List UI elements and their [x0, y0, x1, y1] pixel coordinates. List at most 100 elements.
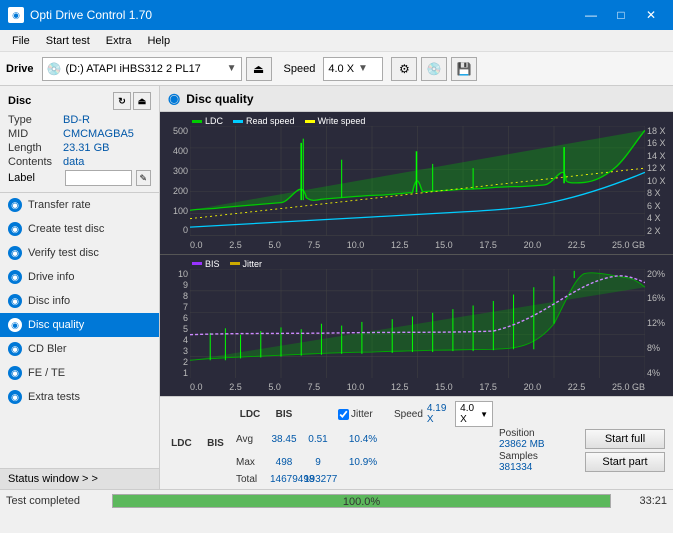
y-right-6x: 6 X [647, 201, 661, 211]
maximize-button[interactable]: □ [607, 4, 635, 26]
label-input[interactable] [65, 170, 132, 186]
length-label: Length [8, 142, 63, 154]
disc-info-panel: Disc ↻ ⏏ Type BD-R MID CMCMAGBA5 Length … [0, 86, 159, 193]
contents-value: data [63, 156, 84, 168]
x-bot-12.5: 12.5 [391, 382, 409, 392]
bottom-chart: BIS Jitter 10 9 8 7 6 5 4 3 [160, 255, 673, 397]
nav-extra-tests-label: Extra tests [28, 391, 80, 403]
total-label: Total [236, 474, 264, 485]
nav-cd-bler[interactable]: ◉ CD Bler [0, 337, 159, 361]
nav-fe-te[interactable]: ◉ FE / TE [0, 361, 159, 385]
total-bis: 193277 [304, 474, 332, 485]
x-top-17.5: 17.5 [479, 240, 497, 250]
nav-disc-info-label: Disc info [28, 295, 70, 307]
legend-read-speed: Read speed [233, 116, 295, 126]
x-bot-5: 5.0 [268, 382, 281, 392]
disc-header-label: Disc [8, 95, 31, 107]
nav-verify-test-disc[interactable]: ◉ Verify test disc [0, 241, 159, 265]
drive-value: (D:) ATAPI iHBS312 2 PL17 [65, 63, 222, 75]
length-value: 23.31 GB [63, 142, 109, 154]
bis-legend-label: BIS [205, 259, 220, 269]
speed-value: 4.0 X [328, 63, 354, 75]
top-chart-svg [190, 126, 645, 236]
status-window-button[interactable]: Status window > > [0, 468, 159, 489]
stats-bar: LDC BIS LDC BIS Jitter [160, 396, 673, 489]
disc-eject-button[interactable]: ⏏ [133, 92, 151, 110]
bis-legend-color [192, 262, 202, 265]
top-chart: LDC Read speed Write speed 500 400 30 [160, 112, 673, 255]
close-button[interactable]: ✕ [637, 4, 665, 26]
bis-header: BIS [203, 438, 228, 449]
x-bot-0: 0.0 [190, 382, 203, 392]
extra-tests-icon: ◉ [8, 390, 22, 404]
speed-select[interactable]: 4.0 X ▼ [323, 57, 383, 81]
sidebar: Disc ↻ ⏏ Type BD-R MID CMCMAGBA5 Length … [0, 86, 160, 489]
drive-info-icon: ◉ [8, 270, 22, 284]
write-speed-legend-label: Write speed [318, 116, 366, 126]
max-bis: 9 [304, 457, 332, 468]
y-right-12pct: 12% [647, 318, 665, 328]
status-time: 33:21 [617, 495, 667, 507]
speed-dropdown[interactable]: 4.0 X ▼ [455, 401, 493, 427]
nav-transfer-rate[interactable]: ◉ Transfer rate [0, 193, 159, 217]
label-icon-button[interactable]: ✎ [136, 170, 151, 186]
read-speed-legend-label: Read speed [246, 116, 295, 126]
disc-info-icon: ◉ [8, 294, 22, 308]
label-label: Label [8, 172, 61, 184]
x-bot-2.5: 2.5 [229, 382, 242, 392]
nav-create-test-disc-label: Create test disc [28, 223, 104, 235]
nav-disc-quality[interactable]: ◉ Disc quality [0, 313, 159, 337]
speed-dropdown-arrow: ▼ [480, 410, 488, 419]
y-bot-4: 4 [183, 335, 188, 345]
config-button[interactable]: ⚙ [391, 57, 417, 81]
menu-start-test[interactable]: Start test [38, 33, 98, 49]
start-full-button[interactable]: Start full [585, 429, 665, 449]
nav-verify-test-disc-label: Verify test disc [28, 247, 99, 259]
position-value: 23862 MB [499, 439, 579, 450]
mid-value: CMCMAGBA5 [63, 128, 134, 140]
menu-file[interactable]: File [4, 33, 38, 49]
minimize-button[interactable]: — [577, 4, 605, 26]
chart-title: ◉ Disc quality [160, 86, 673, 112]
nav-extra-tests[interactable]: ◉ Extra tests [0, 385, 159, 409]
x-bot-22.5: 22.5 [568, 382, 586, 392]
nav-disc-quality-label: Disc quality [28, 319, 84, 331]
nav-transfer-rate-label: Transfer rate [28, 199, 91, 211]
x-top-15: 15.0 [435, 240, 453, 250]
legend-bis: BIS [192, 259, 220, 269]
legend-write-speed: Write speed [305, 116, 366, 126]
samples-value: 381334 [499, 462, 579, 473]
y-bot-3: 3 [183, 346, 188, 356]
ldc-col-header: LDC [236, 409, 264, 420]
y-top-400: 400 [173, 146, 188, 156]
chart-area: ◉ Disc quality LDC Read speed [160, 86, 673, 489]
y-bot-9: 9 [183, 280, 188, 290]
samples-group: Samples 381334 [499, 451, 579, 473]
nav-drive-info[interactable]: ◉ Drive info [0, 265, 159, 289]
menu-help[interactable]: Help [139, 33, 178, 49]
y-right-4x: 4 X [647, 213, 661, 223]
nav-disc-info[interactable]: ◉ Disc info [0, 289, 159, 313]
ldc-header: LDC [168, 438, 195, 449]
position-label: Position [499, 428, 579, 439]
avg-jitter: 10.4% [338, 434, 388, 445]
start-part-button[interactable]: Start part [585, 452, 665, 472]
progress-bar: 100.0% [112, 494, 611, 508]
type-value: BD-R [63, 114, 90, 126]
save-button[interactable]: 💾 [451, 57, 477, 81]
nav-create-test-disc[interactable]: ◉ Create test disc [0, 217, 159, 241]
disc-refresh-button[interactable]: ↻ [113, 92, 131, 110]
drive-select[interactable]: 💿 (D:) ATAPI iHBS312 2 PL17 ▼ [42, 57, 242, 81]
y-top-0: 0 [183, 225, 188, 235]
disc-button[interactable]: 💿 [421, 57, 447, 81]
menu-extra[interactable]: Extra [98, 33, 140, 49]
legend-ldc: LDC [192, 116, 223, 126]
write-speed-legend-color [305, 120, 315, 123]
transfer-rate-icon: ◉ [8, 198, 22, 212]
samples-label: Samples [499, 451, 579, 462]
jitter-checkbox[interactable] [338, 409, 349, 420]
x-bot-15: 15.0 [435, 382, 453, 392]
y-top-300: 300 [173, 166, 188, 176]
eject-button[interactable]: ⏏ [246, 57, 272, 81]
jitter-legend-color [230, 262, 240, 265]
